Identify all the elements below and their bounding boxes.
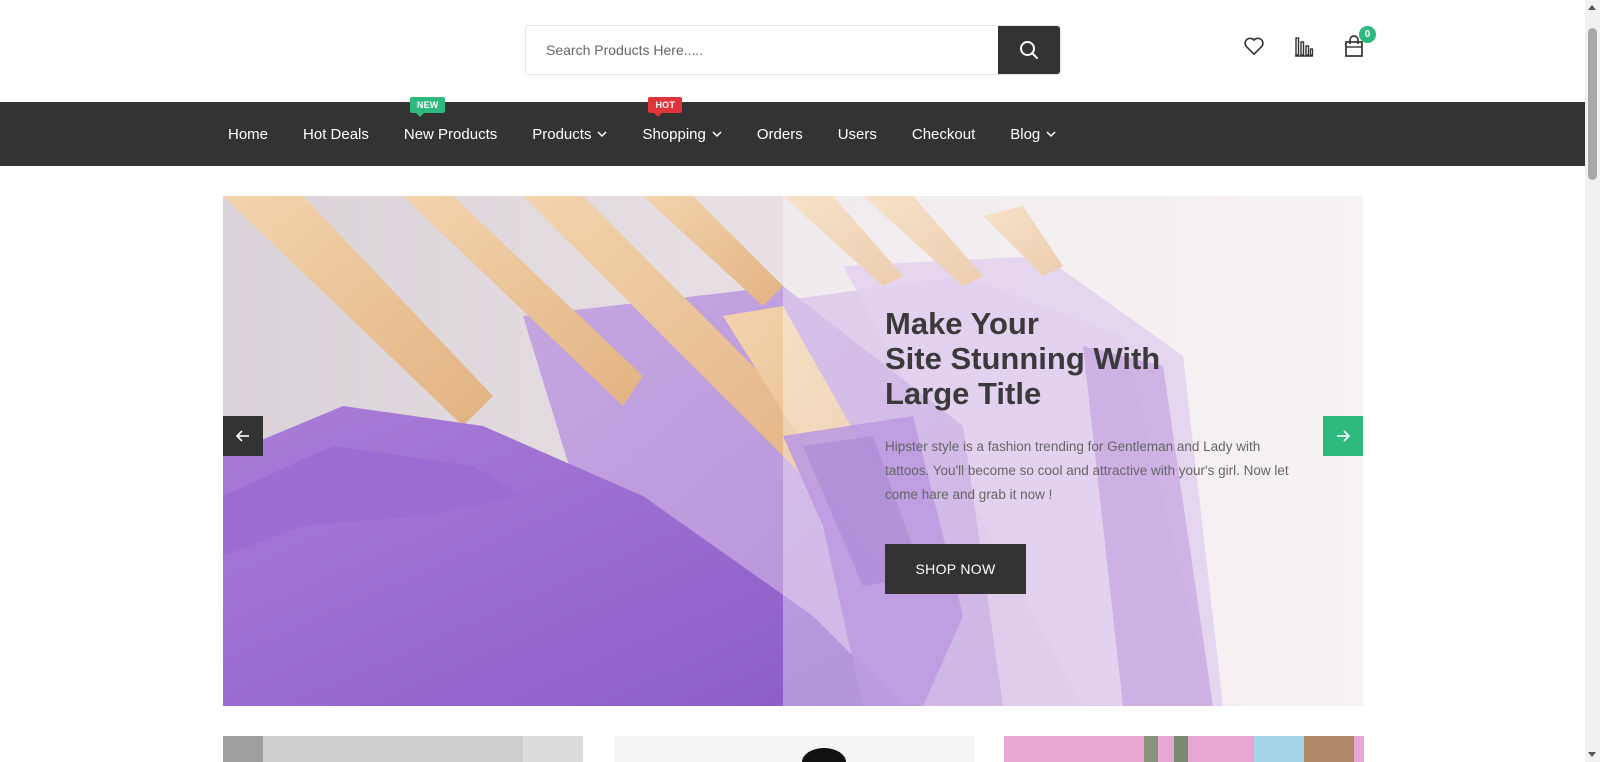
hero-slider: Make Your Site Stunning With Large Title… <box>223 196 1363 706</box>
page-scrollbar[interactable] <box>1585 0 1600 762</box>
hero-title-line: Large Title <box>885 376 1042 411</box>
nav-item-label: Orders <box>756 125 803 143</box>
banner-image <box>1004 736 1364 762</box>
nav-item-label: Users <box>837 125 877 143</box>
hero-description: Hipster style is a fashion trending for … <box>885 439 1289 502</box>
promo-banner-3[interactable] <box>1004 736 1364 762</box>
chevron-down-icon <box>597 130 607 138</box>
new-badge: NEW <box>409 96 446 117</box>
nav-item-label: Checkout <box>911 125 976 143</box>
hero-title-line: Site Stunning With <box>885 341 1161 376</box>
nav-item-blog[interactable]: Blog <box>1010 126 1056 143</box>
search-input[interactable] <box>526 26 998 74</box>
scroll-down-arrow[interactable] <box>1588 752 1596 757</box>
banner-image <box>614 736 974 762</box>
promo-banner-2[interactable] <box>614 736 974 762</box>
hero-text: Make Your Site Stunning With Large Title… <box>885 306 1305 507</box>
arrow-right-icon <box>1337 430 1351 442</box>
slider-next-button[interactable] <box>1323 416 1363 456</box>
search-icon <box>1020 41 1038 59</box>
site-header: 0 <box>0 0 1585 102</box>
compare-icon <box>1295 37 1314 57</box>
nav-item-label: Hot Deals <box>303 125 369 143</box>
nav-item-label: Products <box>532 125 592 143</box>
chevron-down-icon <box>712 130 722 138</box>
hero-title: Make Your Site Stunning With Large Title <box>885 306 1305 411</box>
search-button[interactable] <box>998 26 1060 74</box>
nav-item-users[interactable]: Users <box>838 126 877 143</box>
arrow-left-icon <box>235 430 249 442</box>
header-icons: 0 <box>1242 26 1376 58</box>
chevron-down-icon <box>1046 130 1056 138</box>
main-nav: Home Hot Deals NEW New Products Products… <box>0 96 1585 166</box>
cart-count-badge: 0 <box>1359 26 1376 43</box>
nav-item-home[interactable]: Home <box>228 126 268 143</box>
compare-button[interactable] <box>1292 34 1316 58</box>
page: 0 Home Hot Deals NEW New Products Produc… <box>0 0 1600 762</box>
heart-icon <box>1244 37 1264 55</box>
nav-item-label: Blog <box>1010 125 1041 143</box>
scroll-thumb[interactable] <box>1588 28 1597 180</box>
banner-image <box>223 736 583 762</box>
scroll-up-arrow[interactable] <box>1588 5 1596 10</box>
cart-button[interactable]: 0 <box>1342 26 1376 58</box>
search-bar <box>525 25 1061 75</box>
nav-item-checkout[interactable]: Checkout <box>912 126 975 143</box>
nav-item-new-products[interactable]: NEW New Products <box>403 96 498 143</box>
nav-item-products[interactable]: Products <box>532 126 607 143</box>
promo-banner-1[interactable] <box>223 736 583 762</box>
nav-item-label: New Products <box>403 125 498 143</box>
nav-item-shopping[interactable]: HOT Shopping <box>642 96 722 143</box>
hero-title-line: Make Your <box>885 306 1039 341</box>
nav-item-hot-deals[interactable]: Hot Deals <box>303 126 369 143</box>
shop-now-button[interactable]: SHOP NOW <box>885 544 1026 594</box>
slider-prev-button[interactable] <box>223 416 263 456</box>
nav-item-label: Home <box>228 125 269 143</box>
wishlist-button[interactable] <box>1242 34 1266 58</box>
nav-item-label: Shopping <box>642 125 706 143</box>
hot-badge: HOT <box>648 96 683 117</box>
nav-item-orders[interactable]: Orders <box>757 126 803 143</box>
